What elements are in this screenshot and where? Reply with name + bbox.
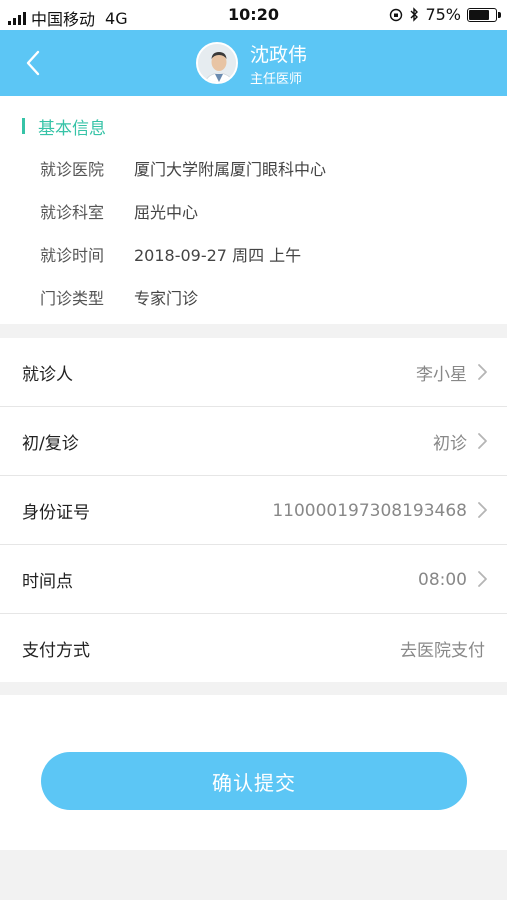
section-accent-bar: [22, 118, 25, 134]
submit-button[interactable]: 确认提交: [41, 752, 467, 810]
form-row-patient[interactable]: 就诊人 李小星: [0, 338, 507, 407]
form-label: 身份证号: [22, 503, 90, 523]
form-value: 初诊: [433, 434, 467, 454]
form-label: 初/复诊: [22, 434, 79, 454]
doctor-portrait-icon: [198, 44, 236, 82]
info-value: 2018-09-27 周四 上午: [134, 246, 302, 265]
info-value: 屈光中心: [134, 203, 199, 222]
doctor-avatar: [196, 42, 238, 84]
info-label: 就诊科室: [40, 203, 105, 222]
chevron-right-icon: [478, 571, 487, 587]
doctor-title: 主任医师: [250, 72, 303, 87]
form-value: 李小星: [416, 365, 467, 385]
info-row-clinic-type: 门诊类型 专家门诊: [40, 285, 198, 309]
form-label: 就诊人: [22, 365, 73, 385]
form-row-time-slot[interactable]: 时间点 08:00: [0, 545, 507, 614]
form-row-id-number[interactable]: 身份证号 110000197308193468: [0, 476, 507, 545]
doctor-name: 沈政伟: [250, 44, 308, 66]
chevron-right-icon: [478, 364, 487, 380]
form-value: 110000197308193468: [272, 500, 467, 521]
bluetooth-icon: [410, 7, 419, 22]
info-row-time: 就诊时间 2018-09-27 周四 上午: [40, 242, 301, 266]
chevron-left-icon: [26, 50, 40, 76]
info-value: 厦门大学附属厦门眼科中心: [134, 160, 327, 179]
orientation-lock-icon: [390, 8, 403, 21]
battery-percent: 75%: [425, 5, 461, 24]
form-label: 支付方式: [22, 641, 90, 661]
form-value: 08:00: [418, 569, 467, 590]
info-row-hospital: 就诊医院 厦门大学附属厦门眼科中心: [40, 156, 326, 180]
basic-info-card: 基本信息 就诊医院 厦门大学附属厦门眼科中心 就诊科室 屈光中心 就诊时间 20…: [0, 96, 507, 324]
info-row-department: 就诊科室 屈光中心: [40, 199, 198, 223]
status-right: 75%: [389, 5, 501, 24]
info-label: 门诊类型: [40, 289, 105, 308]
appointment-form: 就诊人 李小星 初/复诊 初诊 身份证号 110000197308193468 …: [0, 338, 507, 682]
nav-bar: 沈政伟 主任医师: [0, 30, 507, 96]
back-button[interactable]: [18, 48, 48, 78]
form-row-payment: 支付方式 去医院支付: [0, 614, 507, 683]
form-row-visit-type[interactable]: 初/复诊 初诊: [0, 407, 507, 476]
battery-icon: [467, 7, 501, 22]
form-value: 去医院支付: [400, 641, 485, 661]
battery-fill: [469, 9, 489, 20]
chevron-right-icon: [478, 502, 487, 518]
chevron-right-icon: [478, 433, 487, 449]
form-label: 时间点: [22, 572, 73, 592]
info-label: 就诊医院: [40, 160, 105, 179]
status-bar: 中国移动 4G 10:20 75%: [0, 0, 507, 30]
submit-area: 确认提交: [0, 695, 507, 850]
info-value: 专家门诊: [134, 289, 199, 308]
info-label: 就诊时间: [40, 246, 105, 265]
section-title: 基本信息: [38, 119, 106, 139]
